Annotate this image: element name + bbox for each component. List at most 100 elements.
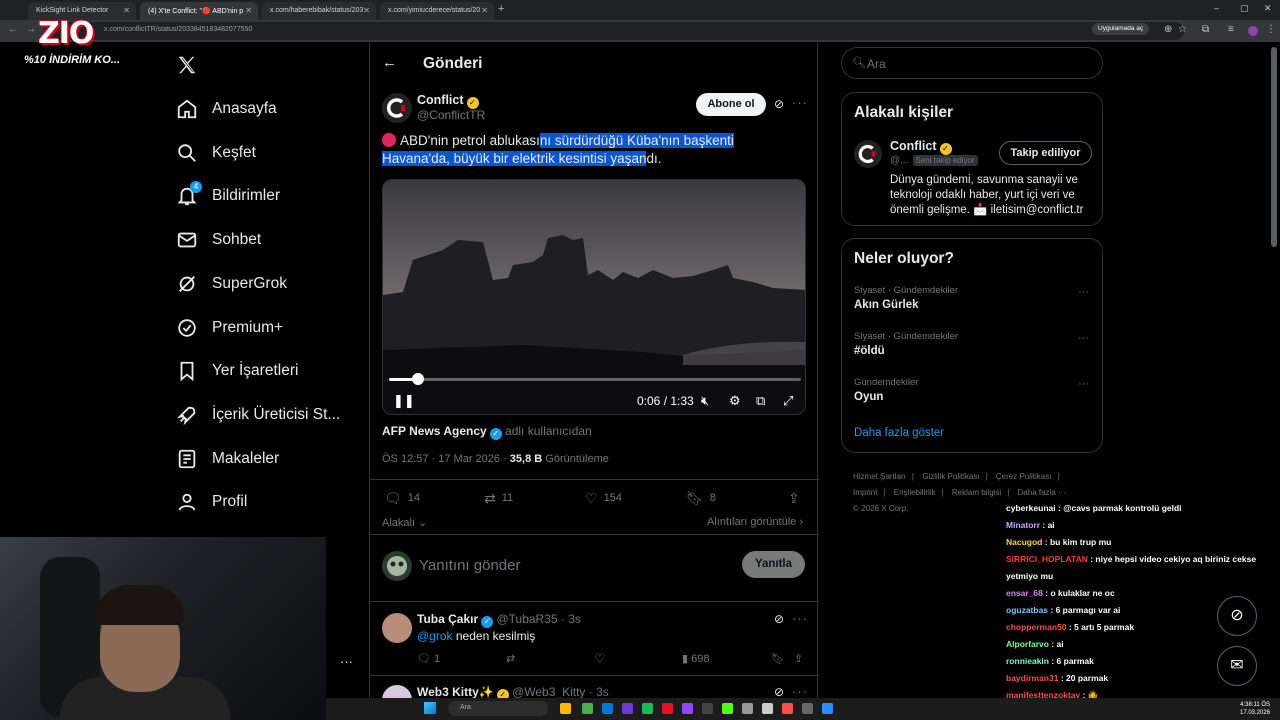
chat-username[interactable]: Minatorr bbox=[1006, 520, 1040, 530]
taskbar-search[interactable]: Ara bbox=[448, 701, 548, 716]
post-timestamp[interactable]: ÖS 12:57 · 17 Mar 2026 · bbox=[382, 453, 510, 465]
chat-username[interactable]: oguzatbas bbox=[1006, 605, 1048, 615]
nav-supergrok[interactable]: SuperGrok bbox=[176, 269, 287, 299]
spotify-icon[interactable] bbox=[642, 703, 653, 714]
new-tab-icon[interactable]: + bbox=[498, 3, 504, 15]
twitch-icon[interactable] bbox=[682, 703, 693, 714]
close-window-icon[interactable]: ✕ bbox=[1264, 3, 1272, 14]
chat-username[interactable]: Alporfarvo bbox=[1006, 639, 1049, 649]
footer-link[interactable]: Imprint bbox=[853, 488, 877, 497]
open-in-app-button[interactable]: Uygulamada aç bbox=[1092, 23, 1150, 35]
chat-username[interactable]: ensar_68 bbox=[1006, 588, 1043, 598]
nav-profile[interactable]: Profil bbox=[176, 487, 247, 517]
zoom-icon[interactable]: ⊕ bbox=[1164, 24, 1172, 35]
chat-username[interactable]: baydirman31 bbox=[1006, 673, 1058, 683]
nav-articles[interactable]: Makaleler bbox=[176, 444, 279, 474]
author-name[interactable]: Conflict ✓ bbox=[417, 93, 479, 109]
grok-explain-icon[interactable]: ⊘ bbox=[774, 685, 784, 699]
settings-gear-icon[interactable]: ⚙ bbox=[729, 393, 741, 409]
related-dropdown[interactable]: Alakalı ⌄ bbox=[382, 516, 427, 529]
nav-bookmarks[interactable]: Yer İşaretleri bbox=[176, 356, 298, 386]
back-arrow-icon[interactable]: ← bbox=[382, 54, 397, 71]
kick-icon[interactable] bbox=[722, 703, 733, 714]
nav-explore[interactable]: Keşfet bbox=[176, 138, 256, 168]
x-logo-icon[interactable] bbox=[176, 54, 198, 76]
chat-username[interactable]: chopperman50 bbox=[1006, 622, 1066, 632]
reply-action[interactable]: 🗨︎ 1 bbox=[417, 652, 440, 665]
picture-in-picture-icon[interactable]: ⧉ bbox=[756, 393, 765, 409]
chat-username[interactable]: Nacugod bbox=[1006, 537, 1042, 547]
windows-start-icon[interactable] bbox=[424, 702, 436, 714]
video-player[interactable]: ❚❚ 0:06 / 1:33 🔇︎ ⚙ ⧉ ⤢ bbox=[382, 179, 806, 415]
footer-link[interactable]: Gizlilik Politikası bbox=[922, 472, 979, 481]
more-options-icon[interactable]: ··· bbox=[1078, 378, 1089, 390]
bookmark-action[interactable]: 🔖︎ 8 bbox=[686, 490, 716, 507]
views-action[interactable]: ▮ 698 bbox=[682, 652, 709, 665]
url-box[interactable]: x.com/conflictTR/status/2033845183482077… bbox=[44, 22, 1184, 40]
footer-more-link[interactable]: Daha fazla ··· bbox=[1018, 488, 1066, 497]
reply-button[interactable]: Yanıtla bbox=[742, 551, 805, 578]
nav-chat[interactable]: Sohbet bbox=[176, 225, 261, 255]
app-icon[interactable] bbox=[742, 703, 753, 714]
repost-icon[interactable]: ⇄ bbox=[506, 652, 515, 665]
tab-conflict-post[interactable]: (4) X'te Conflict: "🔴 ABD'nin p ✕ bbox=[140, 2, 258, 20]
subscribe-button[interactable]: Abone ol bbox=[696, 93, 766, 116]
chrome-icon[interactable] bbox=[582, 703, 593, 714]
bookmark-icon[interactable]: 🔖︎ bbox=[771, 652, 785, 665]
edge-icon[interactable] bbox=[602, 703, 613, 714]
pause-icon[interactable]: ❚❚ bbox=[393, 393, 415, 409]
grok-fab-button[interactable]: ⊘ bbox=[1217, 596, 1257, 636]
close-tab-icon[interactable]: ✕ bbox=[363, 6, 370, 15]
footer-link[interactable]: Çerez Politikası bbox=[996, 472, 1052, 481]
more-options-icon[interactable]: ··· bbox=[792, 95, 808, 110]
maximize-icon[interactable]: ▢ bbox=[1240, 3, 1249, 14]
messages-fab-button[interactable]: ✉ bbox=[1217, 646, 1257, 686]
search-input[interactable]: Ara bbox=[867, 57, 886, 71]
tab-haberebibak[interactable]: x.com/haberebibak/status/203 ✕ bbox=[262, 2, 376, 20]
app-icon[interactable] bbox=[822, 703, 833, 714]
system-clock[interactable]: 4:38:11 ÖS 17.03.2026 bbox=[1240, 701, 1270, 717]
minimize-icon[interactable]: – bbox=[1214, 3, 1219, 13]
more-options-icon[interactable]: ··· bbox=[1078, 286, 1089, 298]
file-explorer-icon[interactable] bbox=[560, 703, 571, 714]
app-icon[interactable] bbox=[782, 703, 793, 714]
person-name[interactable]: Conflict ✓ bbox=[890, 139, 952, 155]
grok-explain-icon[interactable]: ⊘ bbox=[774, 97, 784, 111]
footer-link[interactable]: Reklam bilgisi bbox=[952, 488, 1001, 497]
page-scrollbar[interactable] bbox=[1271, 47, 1277, 247]
current-user-avatar[interactable] bbox=[382, 551, 412, 581]
mention-link[interactable]: @grok bbox=[417, 629, 453, 643]
tab-yimiucderece[interactable]: x.com/yimiucderece/status/20 ✕ bbox=[380, 2, 494, 20]
app-icon[interactable] bbox=[762, 703, 773, 714]
chat-username[interactable]: SIRRICI_HOPLATAN bbox=[1006, 554, 1088, 564]
author-handle[interactable]: @ConflictTR bbox=[417, 108, 485, 122]
following-button[interactable]: Takip ediliyor bbox=[999, 141, 1092, 165]
search-bar[interactable]: 🔍︎ Ara bbox=[841, 47, 1103, 79]
like-action[interactable]: ♡ 154 bbox=[585, 490, 622, 507]
menu-icon[interactable]: ≡ bbox=[1228, 24, 1234, 35]
more-options-icon[interactable]: ··· bbox=[792, 611, 808, 626]
close-tab-icon[interactable]: ✕ bbox=[245, 6, 252, 15]
obs-icon[interactable] bbox=[702, 703, 713, 714]
app-icon[interactable] bbox=[802, 703, 813, 714]
nav-premium[interactable]: Premium+ bbox=[176, 313, 283, 343]
more-options-icon[interactable]: ··· bbox=[1078, 332, 1089, 344]
star-icon[interactable]: ☆ bbox=[1178, 24, 1187, 35]
extensions-icon[interactable]: ⧉ bbox=[1202, 24, 1209, 35]
close-tab-icon[interactable]: ✕ bbox=[481, 6, 488, 15]
video-progress-knob[interactable] bbox=[411, 373, 424, 385]
chat-username[interactable]: cyberkeunai bbox=[1006, 503, 1056, 513]
profile-avatar-icon[interactable] bbox=[1248, 26, 1258, 36]
share-icon[interactable]: ⇪ bbox=[788, 490, 806, 507]
nav-notifications[interactable]: 4 Bildirimler bbox=[176, 181, 280, 211]
kebab-menu-icon[interactable]: ⋮ bbox=[1266, 24, 1276, 35]
close-tab-icon[interactable]: ✕ bbox=[123, 6, 130, 15]
reply-input[interactable]: Yanıtını gönder bbox=[419, 557, 520, 574]
person-avatar[interactable] bbox=[854, 140, 882, 168]
author-avatar[interactable] bbox=[382, 93, 412, 123]
fullscreen-icon[interactable]: ⤢ bbox=[783, 393, 793, 409]
footer-link[interactable]: Hizmet Şartları bbox=[853, 472, 906, 481]
back-icon[interactable]: ← bbox=[8, 24, 18, 35]
reply-avatar[interactable] bbox=[382, 613, 412, 643]
grok-explain-icon[interactable]: ⊘ bbox=[774, 612, 784, 626]
